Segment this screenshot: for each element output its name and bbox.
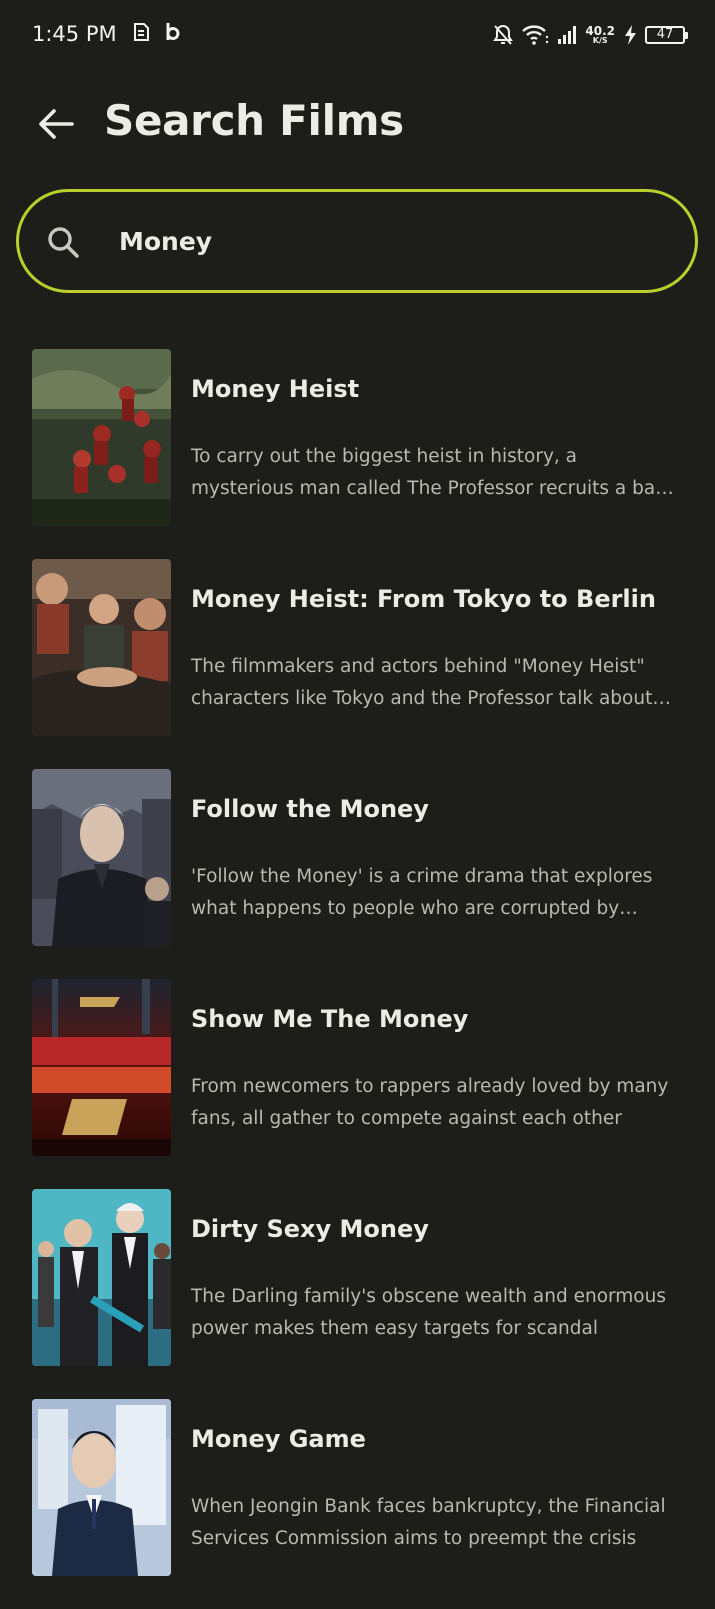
status-time: 1:45 PM bbox=[32, 22, 117, 46]
app-header: Search Films bbox=[0, 90, 715, 156]
results-list: Money Heist To carry out the biggest hei… bbox=[0, 349, 715, 1609]
poster-image bbox=[32, 1399, 171, 1576]
net-speed: 40.2 K/S bbox=[585, 25, 615, 45]
result-description: When Jeongin Bank faces bankruptcy, the … bbox=[191, 1496, 666, 1549]
result-title: Follow the Money bbox=[191, 795, 429, 823]
wifi-icon bbox=[521, 24, 549, 46]
result-title: Money Heist bbox=[191, 375, 360, 403]
charging-icon bbox=[623, 24, 637, 46]
arrow-left-icon bbox=[39, 109, 74, 139]
poster-image bbox=[32, 769, 171, 946]
result-description: 'Follow the Money' is a crime drama that… bbox=[191, 866, 653, 919]
result-title: Show Me The Money bbox=[191, 1005, 469, 1033]
list-item[interactable]: Follow the Money 'Follow the Money' is a… bbox=[0, 769, 715, 946]
search-bar[interactable] bbox=[16, 189, 698, 293]
poster-image bbox=[32, 559, 171, 736]
list-item[interactable]: Show Me The Money From newcomers to rapp… bbox=[0, 979, 715, 1156]
result-description: To carry out the biggest heist in histor… bbox=[191, 446, 679, 499]
list-item[interactable]: Money Heist To carry out the biggest hei… bbox=[0, 349, 715, 526]
page-title: Search Films bbox=[104, 96, 404, 145]
list-item[interactable]: Money Heist: From Tokyo to Berlin The fi… bbox=[0, 559, 715, 736]
poster-image bbox=[32, 349, 171, 526]
sim-icon bbox=[132, 22, 150, 47]
search-icon bbox=[48, 227, 79, 258]
status-icons: 40.2 K/S 47 bbox=[493, 20, 688, 50]
result-title: Money Game bbox=[191, 1425, 366, 1453]
battery-icon: 47 bbox=[645, 26, 688, 44]
search-input[interactable] bbox=[119, 210, 659, 272]
poster-image bbox=[32, 1189, 171, 1366]
signal-icon bbox=[557, 25, 577, 45]
net-speed-unit: K/S bbox=[592, 36, 608, 45]
b-icon bbox=[164, 22, 182, 47]
list-item[interactable]: Dirty Sexy Money The Darling family's ob… bbox=[0, 1189, 715, 1366]
result-title: Money Heist: From Tokyo to Berlin bbox=[191, 585, 656, 613]
result-description: The Darling family's obscene wealth and … bbox=[191, 1286, 666, 1339]
mute-bell-icon bbox=[493, 24, 514, 46]
result-description: From newcomers to rappers already loved … bbox=[191, 1076, 669, 1129]
status-bar: 1:45 PM 40.2 K/S 47 bbox=[0, 0, 715, 72]
poster-image bbox=[32, 979, 171, 1156]
result-title: Dirty Sexy Money bbox=[191, 1215, 429, 1243]
result-description: The filmmakers and actors behind "Money … bbox=[191, 656, 653, 709]
list-item[interactable]: Money Game When Jeongin Bank faces bankr… bbox=[0, 1399, 715, 1576]
back-button[interactable] bbox=[36, 106, 76, 142]
